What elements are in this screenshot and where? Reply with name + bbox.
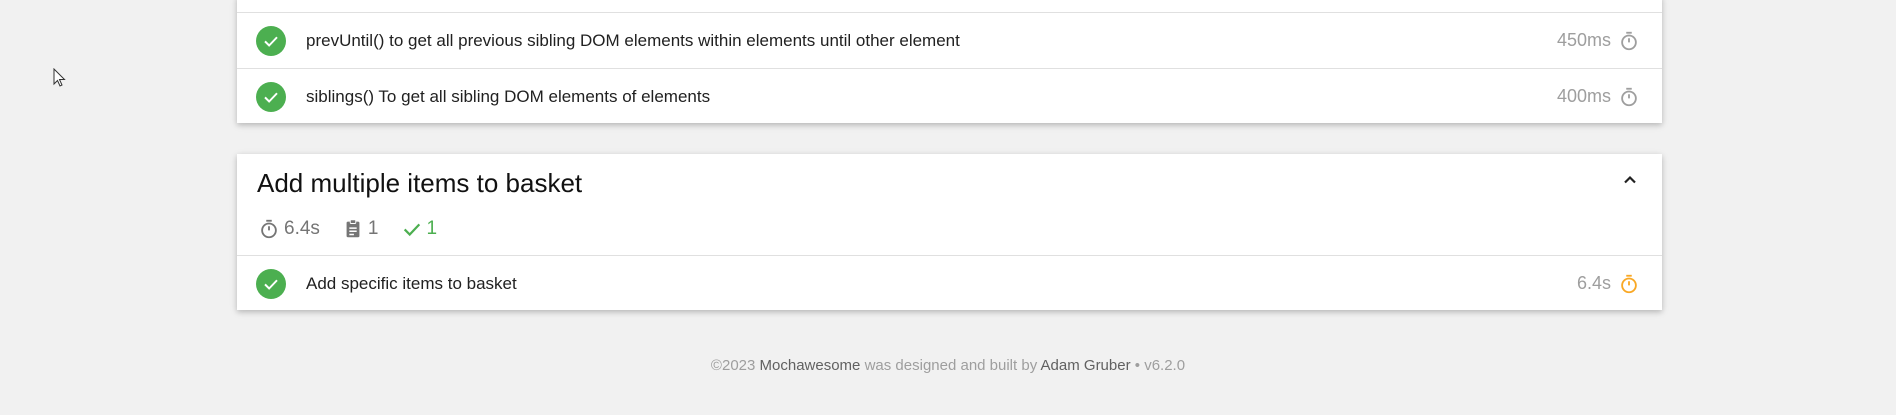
footer-version: v6.2.0 [1144, 357, 1186, 374]
pass-check-icon [256, 81, 286, 112]
summary-tests-count: 1 [367, 218, 379, 239]
test-row[interactable]: siblings() To get all sibling DOM elemen… [237, 68, 1662, 124]
timer-icon [1621, 31, 1637, 50]
suite-card-previous: prevUntil() to get all previous sibling … [237, 0, 1662, 123]
mouse-cursor-icon [53, 68, 66, 87]
timer-icon [261, 219, 277, 239]
summary-tests: 1 [342, 218, 379, 240]
test-row[interactable]: Add specific items to basket 6.4s [237, 255, 1662, 311]
footer-copyright: ©2023 [710, 357, 756, 374]
timer-icon [1621, 87, 1637, 106]
summary-passes-count: 1 [426, 218, 438, 239]
pass-check-icon [256, 25, 286, 56]
footer: ©2023 Mochawesome was designed and built… [0, 357, 1896, 374]
footer-brand-link[interactable]: Mochawesome [760, 357, 861, 374]
check-icon [403, 223, 420, 237]
summary-passes: 1 [401, 218, 438, 240]
chevron-up-icon[interactable] [1620, 170, 1640, 190]
test-duration: 6.4s [1576, 273, 1611, 293]
pass-check-icon [256, 268, 286, 299]
footer-text: was designed and built by [864, 357, 1038, 374]
footer-author-link[interactable]: Adam Gruber [1041, 357, 1131, 374]
suite-card: Add multiple items to basket 6.4s 1 1 Ad… [237, 154, 1662, 310]
test-duration: 400ms [1556, 86, 1611, 106]
suite-summary: 6.4s 1 1 [258, 218, 459, 240]
timer-slow-icon [1621, 274, 1637, 293]
test-title: Add specific items to basket [306, 273, 517, 293]
clipboard-icon [346, 219, 360, 238]
summary-duration: 6.4s [258, 218, 320, 240]
test-row[interactable]: prevUntil() to get all previous sibling … [237, 12, 1662, 68]
summary-duration-value: 6.4s [284, 218, 320, 239]
test-title: prevUntil() to get all previous sibling … [306, 30, 960, 50]
test-title: siblings() To get all sibling DOM elemen… [306, 86, 711, 106]
test-duration: 450ms [1556, 30, 1611, 50]
suite-title: Add multiple items to basket [257, 168, 583, 198]
footer-separator: • [1134, 357, 1141, 374]
